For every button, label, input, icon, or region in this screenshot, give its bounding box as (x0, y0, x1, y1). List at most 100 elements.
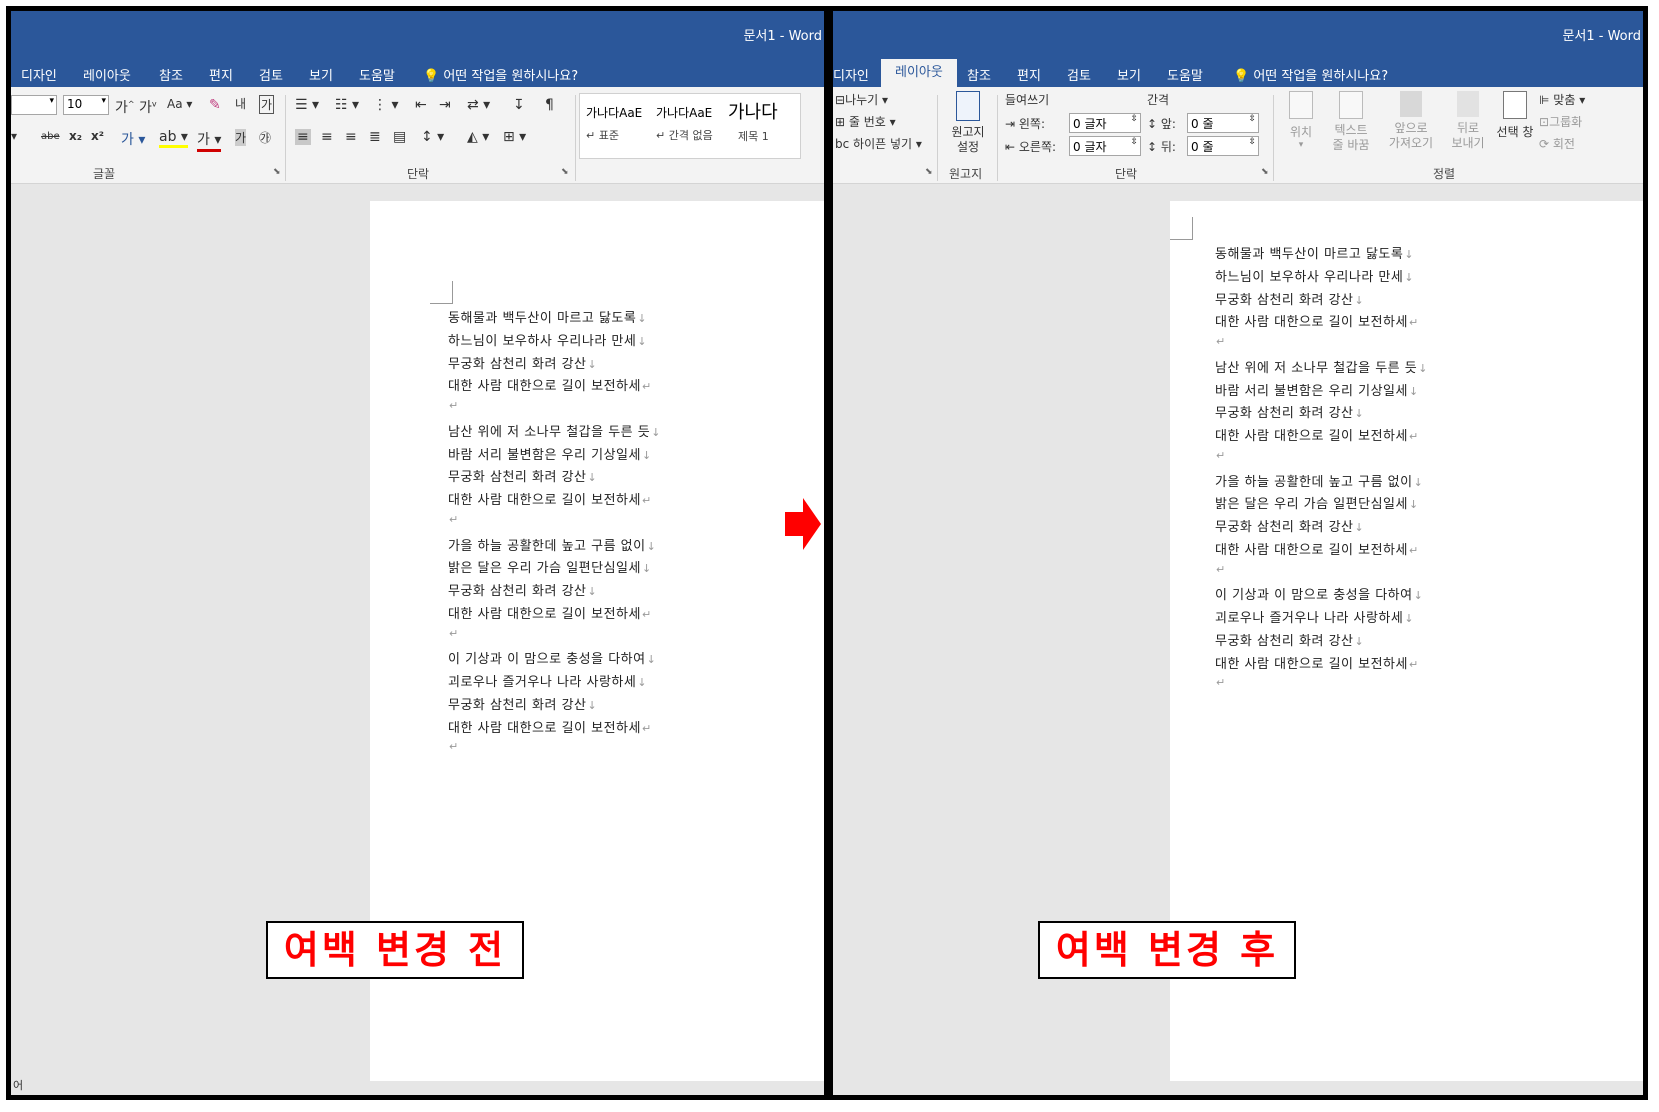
bring-forward-button[interactable]: 앞으로 가져오기 (1381, 91, 1441, 151)
spinner-icon[interactable]: ⇳ (1248, 114, 1256, 124)
font-color-icon[interactable]: 가 ▾ (197, 129, 222, 152)
tab-help[interactable]: 도움말 (359, 65, 395, 84)
char-shading-icon[interactable]: 가 (235, 129, 247, 146)
text-effects-icon[interactable]: 가 ▾ (121, 129, 145, 149)
indent-left-input[interactable]: 0 글자 ⇳ (1069, 113, 1141, 133)
lyric-text: 무궁화 삼천리 화려 강산 (1215, 292, 1354, 308)
position-button[interactable]: 위치 ▾ (1281, 91, 1321, 150)
line-spacing-icon[interactable]: ↕ ▾ (421, 129, 444, 145)
increase-indent-icon[interactable]: ⇥ (439, 97, 451, 113)
tab-view[interactable]: 보기 (309, 65, 333, 84)
indent-right-icon: ⇤ (1005, 140, 1016, 154)
tell-me-box[interactable]: 💡 어떤 작업을 원하시나요? (1233, 65, 1388, 84)
borders-icon[interactable]: ⊞ ▾ (503, 129, 526, 145)
lyric-line: 무궁화 삼천리 화려 강산↓ (448, 580, 597, 599)
char-border-icon[interactable]: 가 (259, 95, 275, 114)
bullets-icon[interactable]: ☰ ▾ (295, 97, 319, 113)
dialog-launcher-icon[interactable]: ⬊ (1261, 167, 1269, 177)
tab-layout[interactable]: 레이아웃 (83, 65, 131, 84)
paragraph-mark-icon: ↵ (449, 740, 459, 754)
space-after-input[interactable]: 0 줄 ⇳ (1187, 136, 1259, 156)
hyphenation-button[interactable]: bc 하이픈 넣기 ▾ (835, 135, 922, 152)
style-normal[interactable]: 가나다AaE ↵ 표준 (586, 104, 652, 143)
tab-references[interactable]: 참조 (159, 65, 183, 84)
dialog-launcher-icon[interactable]: ⬊ (925, 167, 933, 177)
lyric-text: 동해물과 백두산이 마르고 닳도록 (448, 311, 637, 326)
group-button[interactable]: ⊡그룹화 (1539, 113, 1582, 130)
grow-font-icon[interactable]: 가^ (115, 97, 135, 117)
phonetic-guide-icon[interactable]: 내 (235, 95, 246, 112)
highlight-icon[interactable]: ab ▾ (159, 129, 188, 148)
superscript-icon[interactable]: x² (91, 129, 104, 143)
lyric-line: 대한 사람 대한으로 길이 보전하세↵ (448, 375, 652, 394)
shrink-font-icon[interactable]: 가v (139, 97, 157, 117)
line-break-icon: ↓ (1418, 361, 1428, 375)
decrease-indent-icon[interactable]: ⇤ (415, 97, 427, 113)
subscript-icon[interactable]: x₂ (69, 129, 82, 143)
line-numbers-label: 줄 번호 (848, 115, 886, 129)
send-backward-button[interactable]: 뒤로 보내기 (1443, 91, 1493, 151)
tab-references[interactable]: 참조 (967, 65, 991, 84)
wrap-text-button[interactable]: 텍스트 줄 바꿈 (1323, 91, 1379, 153)
line-break-icon: ↓ (637, 312, 648, 325)
style-preview: 가나다AaE (656, 106, 713, 120)
space-before-input[interactable]: 0 줄 ⇳ (1187, 113, 1259, 133)
style-heading1[interactable]: 가나다 제목 1 (728, 98, 808, 144)
strikethrough-icon[interactable]: abe (41, 131, 60, 142)
show-marks-icon[interactable]: ¶ (545, 97, 554, 113)
tab-review[interactable]: 검토 (259, 65, 283, 84)
distributed-icon[interactable]: ▤ (393, 129, 406, 145)
spinner-icon[interactable]: ⇳ (1130, 137, 1138, 147)
tab-review[interactable]: 검토 (1067, 65, 1091, 84)
clear-format-icon[interactable]: ✎ (209, 97, 221, 113)
status-text: 어 (13, 1079, 24, 1092)
numbering-icon[interactable]: ☷ ▾ (335, 97, 359, 113)
space-before-text: 앞: (1160, 117, 1176, 131)
asian-layout-icon[interactable]: ⇄ ▾ (467, 97, 490, 113)
align-right-icon[interactable]: ≡ (345, 129, 357, 145)
manuscript-settings-button[interactable]: 원고지 설정 (945, 91, 991, 155)
align-left-icon[interactable]: ≡ (295, 129, 311, 145)
tab-design[interactable]: 디자인 (21, 65, 57, 84)
tab-design[interactable]: 디자인 (833, 65, 869, 84)
underline-icon[interactable]: ▾ (11, 129, 17, 143)
position-label: 위치 (1289, 125, 1313, 139)
tab-mailings[interactable]: 편지 (209, 65, 233, 84)
lyric-line: 남산 위에 저 소나무 철갑을 두른 듯↓ (448, 421, 661, 440)
line-break-icon: ↵ (1408, 657, 1419, 671)
tab-mailings[interactable]: 편지 (1017, 65, 1041, 84)
font-group-label: 글꼴 (93, 167, 116, 181)
breaks-button[interactable]: ⊟나누기 ▾ (835, 91, 888, 108)
sort-icon[interactable]: ↧ (513, 97, 525, 113)
lyric-text: 바람 서리 불변함은 우리 기상일세 (1215, 383, 1408, 399)
spinner-icon[interactable]: ⇳ (1248, 137, 1256, 147)
shading-icon[interactable]: ◭ ▾ (467, 129, 489, 145)
tab-view[interactable]: 보기 (1117, 65, 1141, 84)
font-name-combo[interactable]: ▾ (11, 95, 57, 115)
lyric-text: 대한 사람 대한으로 길이 보전하세 (448, 606, 641, 622)
lyric-text: 남산 위에 저 소나무 철갑을 두른 듯 (448, 424, 651, 440)
group-separator (997, 95, 998, 181)
lyric-line: 무궁화 삼천리 화려 강산↓ (1215, 630, 1364, 649)
multilevel-list-icon[interactable]: ⋮ ▾ (373, 97, 398, 113)
tab-layout[interactable]: 레이아웃 (881, 59, 957, 87)
dialog-launcher-icon[interactable]: ⬊ (561, 167, 569, 177)
line-numbers-button[interactable]: ⊞ 줄 번호 ▾ (835, 113, 896, 130)
spinner-icon[interactable]: ⇳ (1130, 114, 1138, 124)
selection-pane-button[interactable]: 선택 창 (1495, 91, 1535, 140)
tab-help[interactable]: 도움말 (1167, 65, 1203, 84)
justify-icon[interactable]: ≣ (369, 129, 381, 145)
tell-me-box[interactable]: 💡 어떤 작업을 원하시나요? (423, 65, 578, 84)
change-case-icon[interactable]: Aa ▾ (167, 97, 192, 111)
enclose-char-icon[interactable]: ㉮ (259, 129, 271, 146)
align-center-icon[interactable]: ≡ (321, 129, 333, 145)
line-break-icon: ↓ (637, 334, 648, 348)
align-button[interactable]: ⊫ 맞춤 ▾ (1539, 91, 1585, 108)
font-size-combo[interactable]: 10 ▾ (63, 95, 109, 115)
indent-right-input[interactable]: 0 글자 ⇳ (1069, 136, 1141, 156)
dialog-launcher-icon[interactable]: ⬊ (273, 167, 281, 177)
line-break-icon: ↓ (1404, 270, 1415, 284)
breaks-icon: ⊟ (835, 93, 846, 107)
style-no-spacing[interactable]: 가나다AaE ↵ 간격 없음 (656, 104, 722, 143)
rotate-button[interactable]: ⟳ 회전 (1539, 135, 1575, 152)
